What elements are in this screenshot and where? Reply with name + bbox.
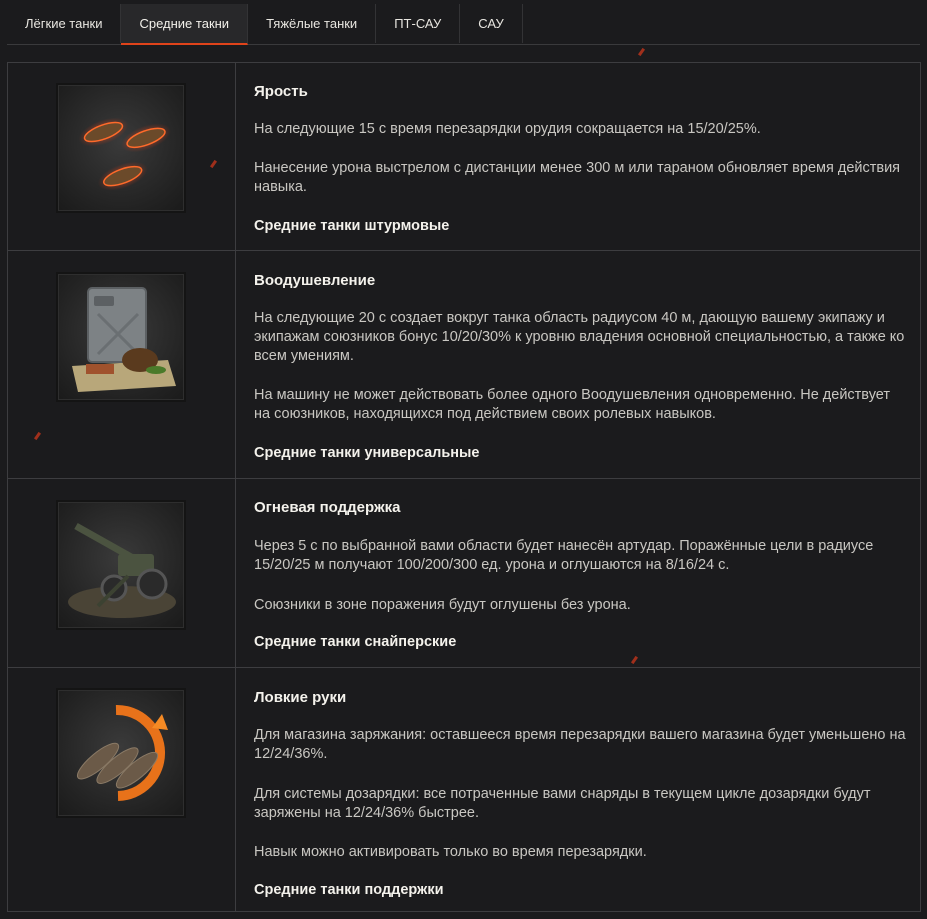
skill-icon-cell: [8, 251, 236, 478]
howitzer-icon: [56, 500, 186, 630]
skill-row: Огневая поддержка Через 5 с по выбранной…: [8, 479, 920, 668]
skill-description: Для системы дозарядки: все потраченные в…: [254, 786, 871, 821]
skill-title: Ловкие руки: [254, 689, 347, 706]
tab-heavy-tanks[interactable]: Тяжёлые танки: [248, 4, 377, 43]
skill-category: Средние танки снайперские: [254, 634, 457, 650]
skill-title: Ярость: [254, 83, 308, 100]
tab-spg[interactable]: САУ: [460, 4, 523, 43]
skill-category: Средние танки штурмовые: [254, 218, 450, 234]
skill-description: На следующие 15 с время перезарядки оруд…: [254, 121, 761, 137]
skill-row: Ярость На следующие 15 с время перезаряд…: [8, 63, 920, 251]
skill-icon-cell: [8, 668, 236, 911]
skill-description: Для магазина заряжания: оставшееся время…: [254, 727, 906, 762]
skill-icon-cell: [8, 63, 236, 250]
skill-description: Союзники в зоне поражения будут оглушены…: [254, 597, 631, 613]
skills-table: Ярость На следующие 15 с время перезаряд…: [7, 62, 921, 912]
tank-class-tabs: Лёгкие танки Средние такни Тяжёлые танки…: [7, 4, 920, 45]
tab-light-tanks[interactable]: Лёгкие танки: [7, 4, 122, 43]
tab-medium-tanks[interactable]: Средние такни: [121, 4, 249, 45]
skill-description: Нанесение урона выстрелом с дистанции ме…: [254, 160, 901, 195]
skill-title: Огневая поддержка: [254, 499, 401, 516]
bullets-icon: [56, 83, 186, 213]
skill-row: Ловкие руки Для магазина заряжания: оста…: [8, 668, 920, 911]
jerrycan-bread-icon: [56, 272, 186, 402]
ember-decoration: [637, 47, 646, 57]
skill-category: Средние танки универсальные: [254, 445, 480, 461]
skill-description: Через 5 с по выбранной вами области буде…: [254, 538, 874, 573]
skill-row: Воодушевление На следующие 20 с создает …: [8, 251, 920, 479]
skill-description: Навык можно активировать только во время…: [254, 844, 647, 860]
reload-shells-icon: [56, 688, 186, 818]
skill-category: Средние танки поддержки: [254, 882, 444, 898]
skill-icon-cell: [8, 479, 236, 667]
skill-description: На следующие 20 с создает вокруг танка о…: [254, 310, 905, 364]
skill-title: Воодушевление: [254, 272, 376, 289]
skill-description: На машину не может действовать более одн…: [254, 387, 891, 422]
tab-tank-destroyers[interactable]: ПТ-САУ: [376, 4, 461, 43]
